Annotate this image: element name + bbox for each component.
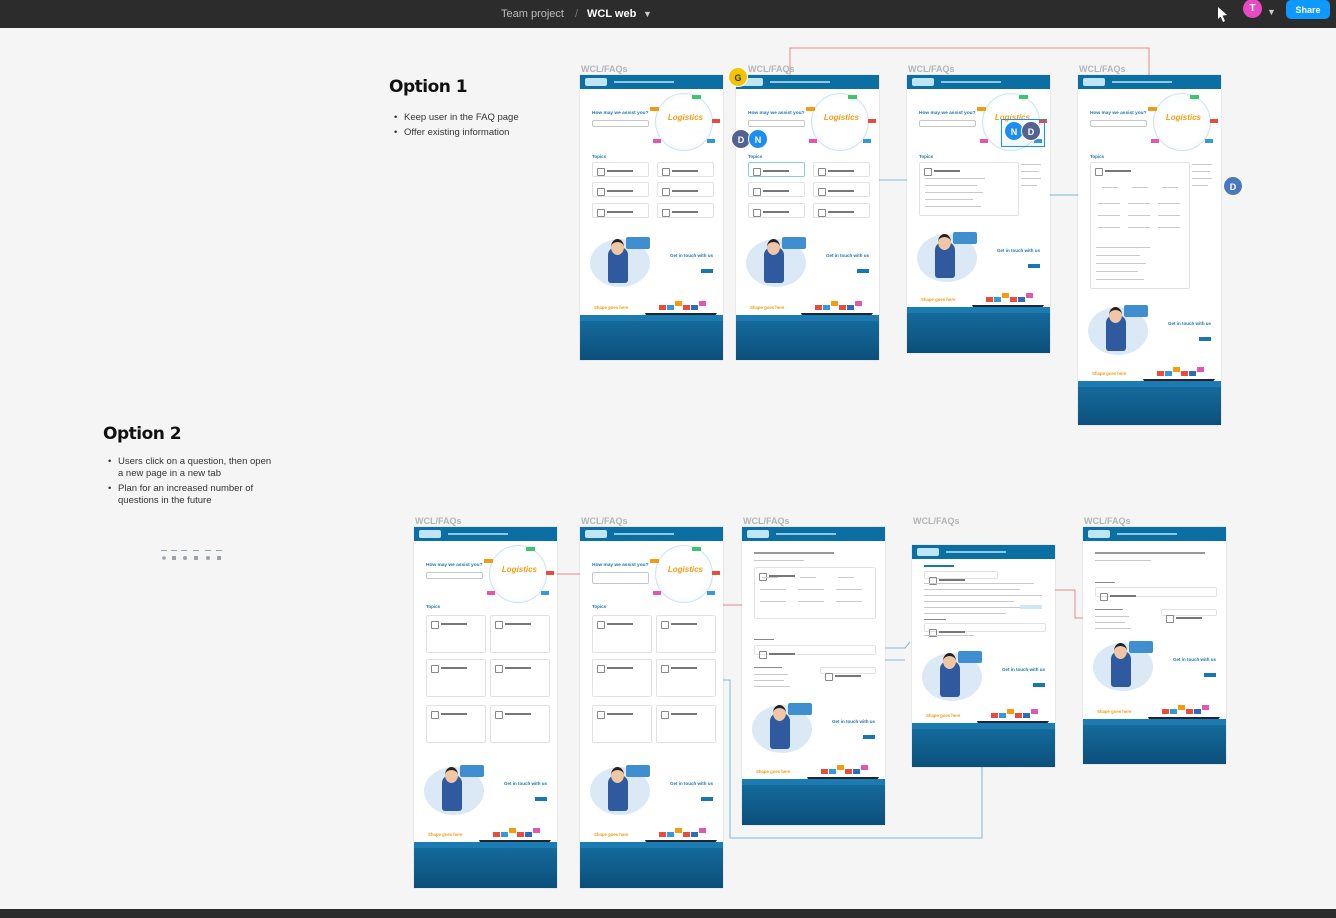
frame-option1-faq-home[interactable]: How may we assist you? Logistics Topics … (580, 75, 723, 360)
option1-bullet: Keep user in the FAQ page (394, 112, 554, 124)
mock-topics-title: Topics (919, 154, 934, 159)
frame-label: WCL/FAQs (1079, 64, 1126, 74)
user-menu-chevron-down-icon[interactable]: ▼ (1267, 7, 1276, 17)
option1-bullet: Offer existing information (394, 127, 554, 139)
frame-option2-answer-page[interactable]: Get in touch with us Shape goes here (742, 527, 885, 825)
mock-footer-cta: Shape goes here (428, 832, 463, 837)
mock-nav-bar (580, 75, 723, 89)
mock-topics-title: Topics (592, 154, 607, 159)
mock-hero-word: Logistics (823, 113, 859, 122)
mock-hero-word: Logistics (667, 113, 703, 122)
mock-hero-word: Logistics (501, 565, 537, 574)
mock-footer-cta: Shape goes here (594, 832, 629, 837)
mock-footer-cta: Shape goes here (921, 297, 956, 302)
option2-bullets: Users click on a question, then open a n… (108, 456, 276, 510)
mock-hero-heading: How may we assist you? (592, 111, 649, 116)
collaborator-avatar-d[interactable]: D (1223, 176, 1243, 196)
user-avatar[interactable]: T (1243, 0, 1262, 18)
frame-label: WCL/FAQs (913, 516, 960, 526)
frame-option2-faq-home[interactable]: How may we assist you? Logistics Topics … (414, 527, 557, 888)
mini-icon-row (161, 550, 222, 560)
frame-label: WCL/FAQs (581, 64, 628, 74)
bottom-bar (0, 909, 1336, 918)
mock-footer-cta: Shape goes here (756, 769, 791, 774)
globe-icon (655, 545, 713, 603)
mock-get-in-touch: Get in touch with us (504, 781, 547, 786)
frame-option1-faq-hover[interactable]: How may we assist you? Logistics Topics … (736, 75, 879, 360)
breadcrumb-project[interactable]: Team project (501, 0, 564, 28)
mock-topics-title: Topics (1090, 154, 1105, 159)
mock-get-in-touch: Get in touch with us (832, 719, 875, 724)
mock-topics-title: Topics (748, 154, 763, 159)
frame-option1-faq-expanded[interactable]: How may we assist you? Logistics Topics … (907, 75, 1050, 353)
globe-icon (811, 93, 869, 151)
mock-footer-cta: Shape goes here (1097, 709, 1132, 714)
frame-label: WCL/FAQs (1084, 516, 1131, 526)
mock-footer-cta: Shape goes here (750, 305, 785, 310)
breadcrumb-separator: / (575, 8, 579, 20)
option2-title: Option 2 (103, 424, 182, 444)
mock-hero-heading: How may we assist you? (748, 111, 805, 116)
mock-hero-heading: How may we assist you? (592, 563, 649, 568)
collaborator-avatar-n[interactable]: N (748, 129, 768, 149)
mock-get-in-touch: Get in touch with us (1168, 321, 1211, 326)
frame-label: WCL/FAQs (908, 64, 955, 74)
frame-label: WCL/FAQs (415, 516, 462, 526)
frame-option2-topic-list[interactable]: Get in touch with us Shape goes here (912, 545, 1055, 767)
mock-footer-cta: Shape goes here (1092, 371, 1127, 376)
frame-option2-faq-search[interactable]: How may we assist you? Logistics Topics … (580, 527, 723, 888)
mock-footer-cta: Shape goes here (594, 305, 629, 310)
collaborator-avatar-g[interactable]: G (728, 67, 748, 87)
collaborator-avatar-d[interactable]: D (1021, 121, 1041, 141)
option2-bullet: Plan for an increased number of question… (108, 483, 276, 507)
mock-get-in-touch: Get in touch with us (670, 253, 713, 258)
mock-get-in-touch: Get in touch with us (1173, 657, 1216, 662)
mock-topics-title: Topics (592, 604, 607, 609)
mock-footer-cta: Shape goes here (926, 713, 961, 718)
mock-hero-heading: How may we assist you? (1090, 111, 1147, 116)
option2-bullet: Users click on a question, then open a n… (108, 456, 276, 480)
mock-get-in-touch: Get in touch with us (670, 781, 713, 786)
mock-hero-word: Logistics (1165, 113, 1201, 122)
frame-label: WCL/FAQs (748, 64, 795, 74)
frame-option1-faq-answer[interactable]: How may we assist you? Logistics Topics … (1078, 75, 1221, 425)
mock-hero-heading: How may we assist you? (426, 563, 483, 568)
frame-label: WCL/FAQs (743, 516, 790, 526)
file-menu-chevron-down-icon[interactable]: ▼ (643, 0, 652, 28)
globe-icon (489, 545, 547, 603)
mock-get-in-touch: Get in touch with us (826, 253, 869, 258)
mock-footer-sea: Shape goes here (580, 299, 723, 360)
mock-hero: How may we assist you? Logistics (580, 89, 723, 151)
share-button[interactable]: Share (1286, 0, 1330, 19)
option1-bullets: Keep user in the FAQ page Offer existing… (394, 112, 554, 142)
mock-contact-section: Get in touch with us (580, 235, 723, 305)
mock-topics-title: Topics (426, 604, 441, 609)
globe-icon (655, 93, 713, 151)
mock-hero-word: Logistics (667, 565, 703, 574)
option1-title: Option 1 (389, 77, 468, 97)
frame-label: WCL/FAQs (581, 516, 628, 526)
globe-icon (1153, 93, 1211, 151)
mock-get-in-touch: Get in touch with us (1002, 667, 1045, 672)
breadcrumb-file-name[interactable]: WCL web (587, 0, 636, 28)
cursor-arrow-icon[interactable] (1212, 4, 1232, 24)
mock-get-in-touch: Get in touch with us (997, 248, 1040, 253)
top-toolbar: Team project / WCL web ▼ T ▼ Share (0, 0, 1336, 28)
frame-option2-question-page[interactable]: Get in touch with us Shape goes here (1083, 527, 1226, 764)
mock-hero-heading: How may we assist you? (919, 111, 976, 116)
